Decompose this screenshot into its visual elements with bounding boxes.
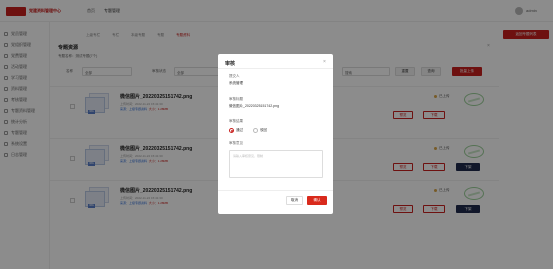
cancel-button[interactable]: 取消: [286, 196, 303, 205]
divider: [218, 190, 333, 191]
confirm-button[interactable]: 确认: [307, 196, 327, 205]
submitter-label: 提交人: [229, 74, 240, 78]
review-result-group: 通过 驳回: [229, 128, 267, 133]
result-label: 审核结果: [229, 119, 243, 123]
opinion-textarea[interactable]: 请输入审核意见，限制: [229, 150, 323, 178]
radio-unchecked-icon: [253, 128, 258, 133]
submitter-value: 系统管理: [229, 81, 243, 85]
review-dialog: 审核 × 提交人 系统管理 审核标题 微信图片_20220325151742.p…: [218, 54, 333, 214]
radio-reject[interactable]: 驳回: [253, 128, 267, 133]
radio-pass[interactable]: 通过: [229, 128, 243, 133]
radio-checked-icon: [229, 128, 234, 133]
divider: [218, 68, 333, 69]
file-label: 审核标题: [229, 97, 243, 101]
opinion-label: 审核意见: [229, 141, 243, 145]
dialog-title: 审核: [225, 61, 236, 67]
file-value: 微信图片_20220325151742.png: [229, 104, 280, 108]
close-icon[interactable]: ×: [323, 59, 326, 65]
